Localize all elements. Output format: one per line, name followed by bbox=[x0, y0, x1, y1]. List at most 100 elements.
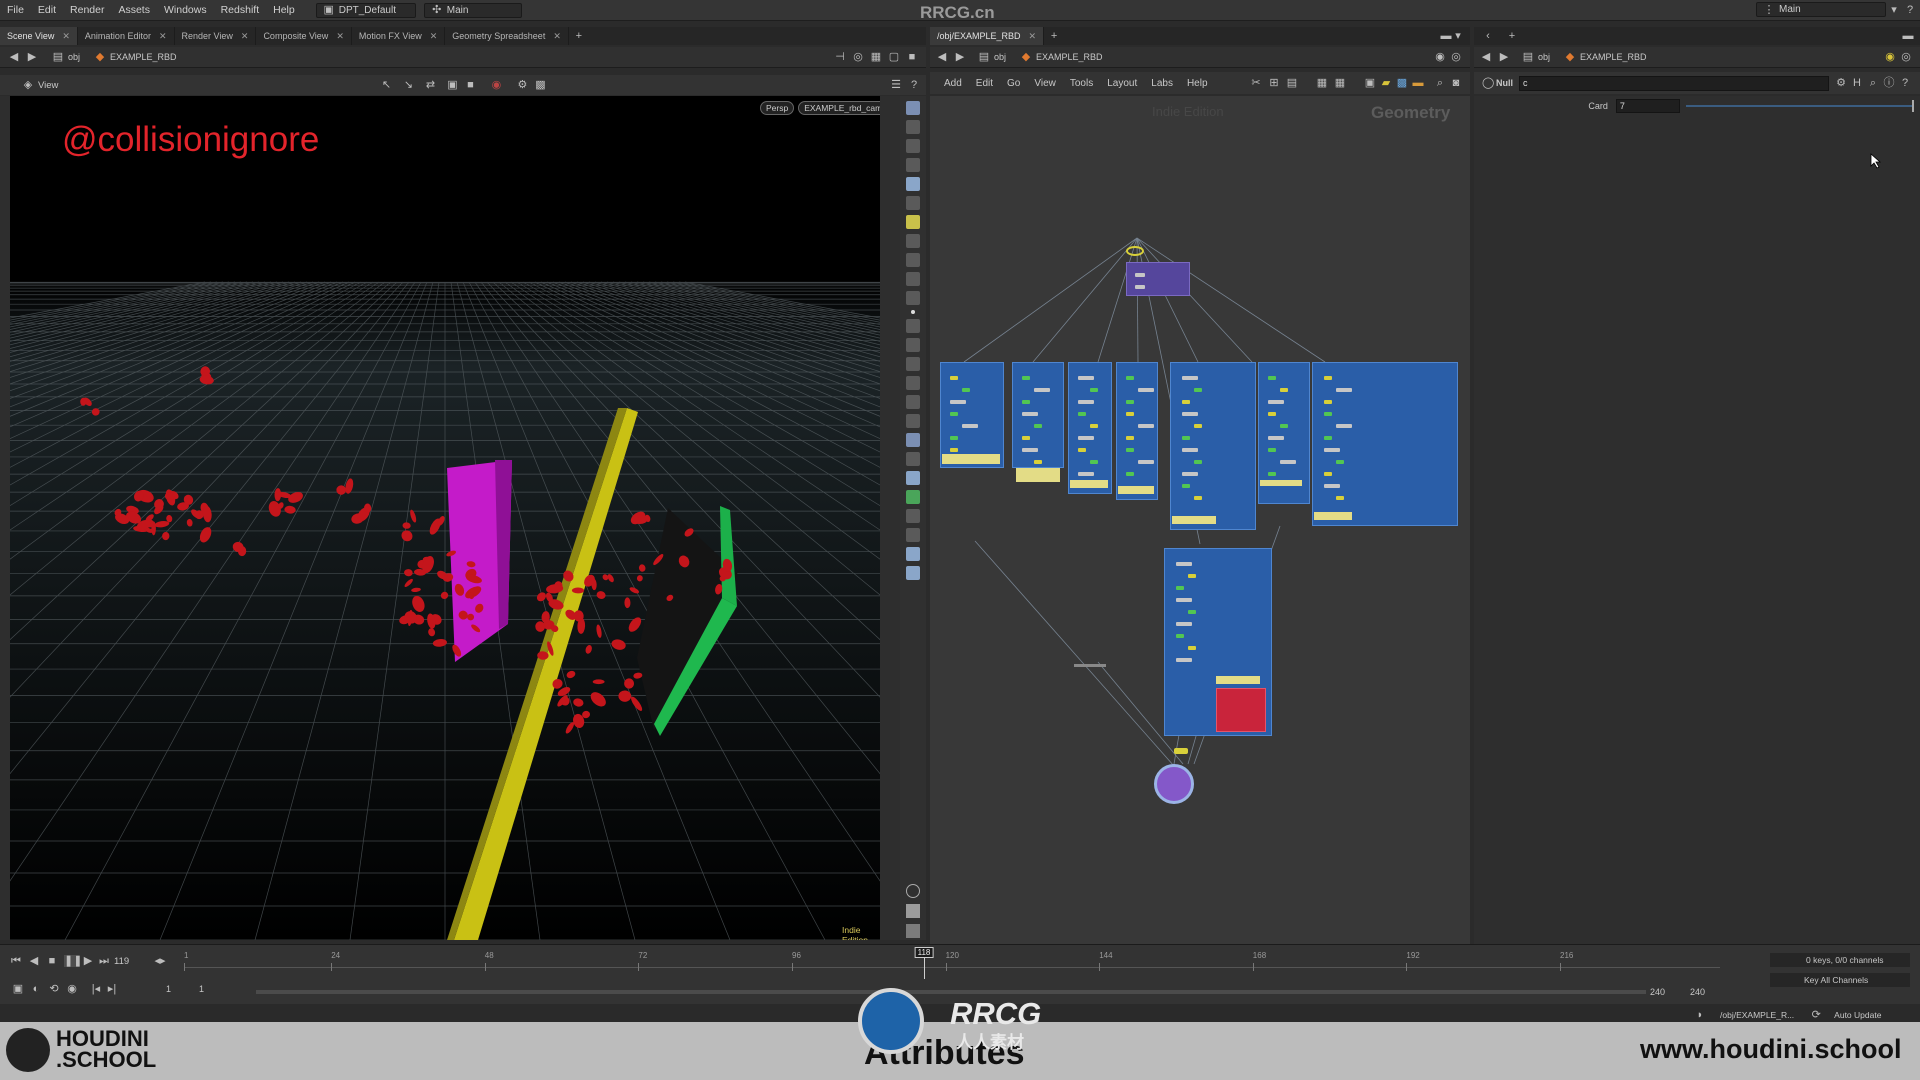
network-node[interactable] bbox=[1126, 472, 1134, 476]
path-root[interactable]: obj bbox=[994, 52, 1006, 62]
sphere-icon[interactable] bbox=[906, 177, 920, 191]
menu-layout[interactable]: Layout bbox=[1107, 78, 1137, 89]
dropdown-icon[interactable]: ▾ bbox=[1888, 4, 1900, 16]
tab-animation-editor[interactable]: Animation Editor ✕ bbox=[78, 27, 175, 45]
network-node[interactable] bbox=[1022, 412, 1038, 416]
network-node[interactable] bbox=[1182, 400, 1190, 404]
stray-node[interactable] bbox=[1074, 664, 1106, 667]
list-icon[interactable]: ☰ bbox=[890, 79, 902, 91]
tab-geometry-spreadsheet[interactable]: Geometry Spreadsheet ✕ bbox=[445, 27, 569, 45]
network-node[interactable] bbox=[1138, 460, 1154, 464]
image-icon[interactable]: ▩ bbox=[1396, 77, 1408, 89]
tab-arrow-icon[interactable]: ‹ bbox=[1482, 30, 1494, 42]
network-node[interactable] bbox=[1138, 388, 1154, 392]
network-node[interactable] bbox=[1034, 424, 1042, 428]
card-slider[interactable] bbox=[1685, 105, 1913, 107]
help-icon[interactable]: ? bbox=[1904, 4, 1916, 16]
network-node[interactable] bbox=[1034, 460, 1042, 464]
back-icon[interactable]: ◀ bbox=[1480, 51, 1492, 63]
network-node[interactable] bbox=[1182, 376, 1198, 380]
shading-icon[interactable] bbox=[906, 291, 920, 305]
network-node[interactable] bbox=[1022, 448, 1038, 452]
lock-icon[interactable] bbox=[906, 139, 920, 153]
sticky-note[interactable] bbox=[1172, 516, 1216, 524]
jump-end-icon[interactable]: ⏭ bbox=[98, 955, 110, 967]
network-node[interactable] bbox=[1268, 412, 1276, 416]
template-icon[interactable] bbox=[906, 120, 920, 134]
network-node[interactable] bbox=[1324, 484, 1340, 488]
display-icon[interactable]: ■ bbox=[464, 79, 476, 91]
persp-menu[interactable]: Persp bbox=[760, 101, 795, 115]
close-icon[interactable]: ✕ bbox=[241, 31, 249, 42]
play-icon[interactable]: ▶ bbox=[82, 955, 94, 967]
close-icon[interactable]: ✕ bbox=[159, 31, 167, 42]
network-node[interactable] bbox=[962, 388, 970, 392]
link-icon[interactable]: ◉ bbox=[1434, 51, 1446, 63]
range-start[interactable]: 1 bbox=[166, 984, 171, 994]
next-key-icon[interactable]: ▸| bbox=[106, 983, 118, 995]
network-node[interactable] bbox=[1182, 484, 1190, 488]
network-node[interactable] bbox=[1188, 574, 1196, 578]
tab-motion-fx-view[interactable]: Motion FX View ✕ bbox=[352, 27, 446, 45]
network-node[interactable] bbox=[1022, 376, 1030, 380]
refresh-icon[interactable]: ⟳ bbox=[1810, 1009, 1822, 1021]
scene-icon[interactable] bbox=[906, 101, 920, 115]
menu-edit[interactable]: Edit bbox=[976, 78, 993, 89]
network-node[interactable] bbox=[1138, 424, 1154, 428]
grid-layout-icon[interactable] bbox=[906, 904, 920, 918]
network-node[interactable] bbox=[1336, 460, 1344, 464]
network-node[interactable] bbox=[1182, 472, 1198, 476]
transform-icon[interactable]: ⇄ bbox=[424, 79, 436, 91]
network-node[interactable] bbox=[962, 424, 978, 428]
geometry-icon[interactable] bbox=[906, 490, 920, 504]
cube-icon[interactable] bbox=[906, 452, 920, 466]
node-name-field[interactable] bbox=[1519, 75, 1829, 91]
network-box-4[interactable] bbox=[1116, 362, 1158, 500]
path-node[interactable]: EXAMPLE_RBD bbox=[110, 52, 177, 62]
slider-handle[interactable] bbox=[1912, 100, 1914, 112]
card-value-field[interactable] bbox=[1615, 99, 1680, 113]
network-node[interactable] bbox=[1324, 448, 1340, 452]
numbers-icon[interactable] bbox=[906, 357, 920, 371]
output-node[interactable] bbox=[1174, 748, 1188, 754]
network-node[interactable] bbox=[1078, 448, 1086, 452]
main-select[interactable]: ✣ Main bbox=[423, 2, 522, 18]
forward-icon[interactable]: ▶ bbox=[26, 51, 38, 63]
network-box-source[interactable] bbox=[1126, 262, 1190, 296]
menu-go[interactable]: Go bbox=[1007, 78, 1020, 89]
network-node[interactable] bbox=[1078, 376, 1094, 380]
network-node[interactable] bbox=[1176, 658, 1192, 662]
search-icon[interactable]: ⌕ bbox=[1867, 77, 1879, 89]
network-node[interactable] bbox=[1078, 412, 1086, 416]
network-node[interactable] bbox=[1268, 376, 1276, 380]
tab-network-path[interactable]: /obj/EXAMPLE_RBD ✕ bbox=[930, 27, 1045, 45]
close-icon[interactable]: ✕ bbox=[1029, 31, 1037, 42]
step-back-icon[interactable]: ◀ bbox=[28, 955, 40, 967]
help-icon[interactable]: ? bbox=[908, 79, 920, 91]
tab-render-view[interactable]: Render View ✕ bbox=[175, 27, 257, 45]
menu-windows[interactable]: Windows bbox=[157, 4, 214, 16]
network-node[interactable] bbox=[1280, 424, 1288, 428]
network-node[interactable] bbox=[1176, 598, 1192, 602]
sticky-note-icon[interactable]: ▰ bbox=[1380, 77, 1392, 89]
step-icon[interactable]: ◂▸ bbox=[154, 955, 166, 967]
wrench-icon[interactable]: ✂ bbox=[1250, 77, 1262, 89]
brush-icon[interactable] bbox=[906, 319, 920, 333]
network-node[interactable] bbox=[1022, 400, 1030, 404]
sticky-note[interactable] bbox=[1314, 512, 1352, 520]
network-node[interactable] bbox=[1126, 448, 1134, 452]
network-node[interactable] bbox=[1022, 436, 1030, 440]
tab-scene-view[interactable]: Scene View ✕ bbox=[0, 27, 78, 45]
menu-tools[interactable]: Tools bbox=[1070, 78, 1093, 89]
network-node[interactable] bbox=[1126, 376, 1134, 380]
pin-icon[interactable]: ◎ bbox=[1900, 51, 1912, 63]
node[interactable] bbox=[1135, 285, 1145, 289]
range-start-2[interactable]: 1 bbox=[199, 984, 204, 994]
node[interactable] bbox=[1135, 273, 1145, 277]
network-node[interactable] bbox=[1324, 412, 1332, 416]
ghost-icon[interactable] bbox=[906, 433, 920, 447]
add-tab-icon[interactable]: + bbox=[573, 30, 585, 42]
network-node[interactable] bbox=[950, 436, 958, 440]
flipbook-icon[interactable] bbox=[906, 547, 920, 561]
network-node[interactable] bbox=[1324, 400, 1332, 404]
